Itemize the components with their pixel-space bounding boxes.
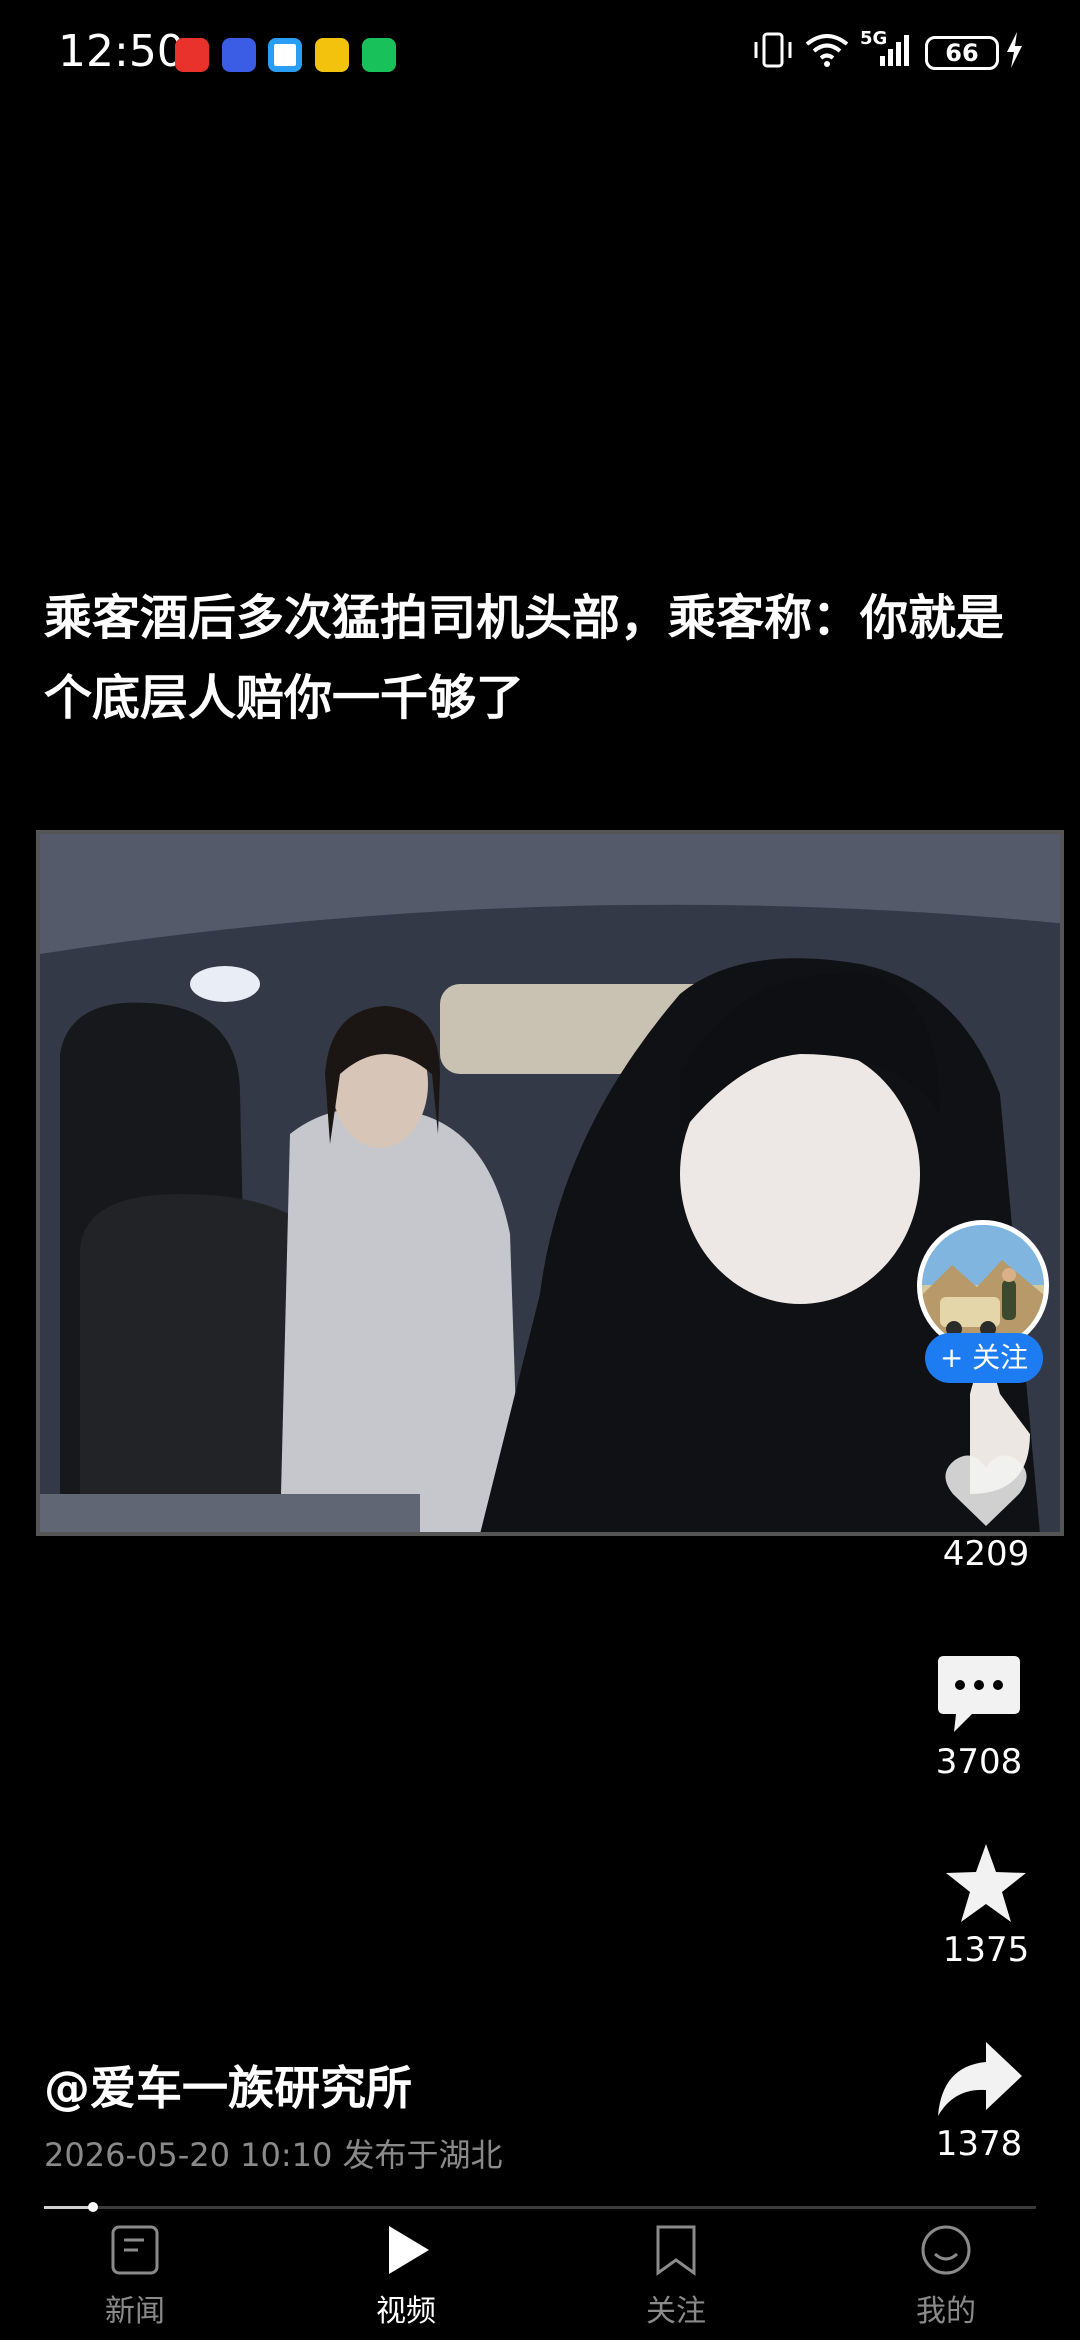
nav-label-mine: 我的	[916, 2294, 976, 2329]
nav-item-mine[interactable]: 我的	[876, 2224, 1016, 2330]
news-icon	[111, 2225, 159, 2275]
comment-count: 3708	[935, 1742, 1023, 1782]
comment-icon	[938, 1656, 1020, 1732]
video-player[interactable]	[36, 830, 1064, 1536]
like-button[interactable]: 4209	[926, 1452, 1046, 1574]
battery-indicator: 66	[925, 36, 999, 70]
qq-icon	[222, 38, 256, 72]
comment-button[interactable]: 3708	[919, 1652, 1039, 1782]
progress-knob[interactable]	[87, 2202, 98, 2212]
avatar-image	[922, 1225, 1044, 1347]
share-arrow-icon	[938, 2042, 1022, 2116]
video-frame-image	[40, 834, 1060, 1532]
nav-item-news[interactable]: 新闻	[65, 2224, 205, 2330]
progress-fill	[44, 2202, 98, 2212]
nav-label-news: 新闻	[105, 2294, 165, 2329]
charging-icon	[1007, 32, 1022, 68]
like-count: 4209	[942, 1534, 1030, 1574]
status-bar: 12:50 5G 66	[0, 0, 1080, 110]
favorite-count: 1375	[942, 1930, 1030, 1970]
nav-label-video: 视频	[376, 2294, 436, 2329]
star-icon	[946, 1844, 1026, 1922]
video-progress-bar[interactable]	[44, 2202, 1036, 2212]
nav-item-follow[interactable]: 关注	[606, 2224, 746, 2330]
share-count: 1378	[935, 2124, 1023, 2164]
author-name[interactable]: @爱车一族研究所	[44, 2052, 412, 2118]
green-app-icon	[362, 38, 396, 72]
nav-label-follow: 关注	[646, 2294, 706, 2329]
follow-button[interactable]: + 关注	[925, 1333, 1043, 1383]
post-meta: 2026-05-20 10:10 发布于湖北	[44, 2136, 503, 2174]
wifi-icon	[805, 34, 849, 67]
bookmark-icon	[656, 2225, 696, 2276]
shidai-app-icon	[175, 38, 209, 72]
smile-icon	[921, 2225, 971, 2275]
nav-item-video[interactable]: 视频	[336, 2224, 476, 2330]
status-time: 12:50	[58, 26, 185, 77]
browser-icon	[268, 38, 302, 72]
share-button[interactable]: 1378	[919, 2038, 1039, 2164]
favorite-button[interactable]: 1375	[926, 1842, 1046, 1970]
signal-icon	[880, 35, 909, 66]
vibrate-icon	[754, 32, 792, 68]
game-app-icon	[315, 38, 349, 72]
play-icon	[389, 2226, 429, 2274]
post-title: 乘客酒后多次猛拍司机头部，乘客称：你就是个底层人赔你一千够了	[44, 590, 1005, 726]
heart-icon	[945, 1455, 1027, 1526]
